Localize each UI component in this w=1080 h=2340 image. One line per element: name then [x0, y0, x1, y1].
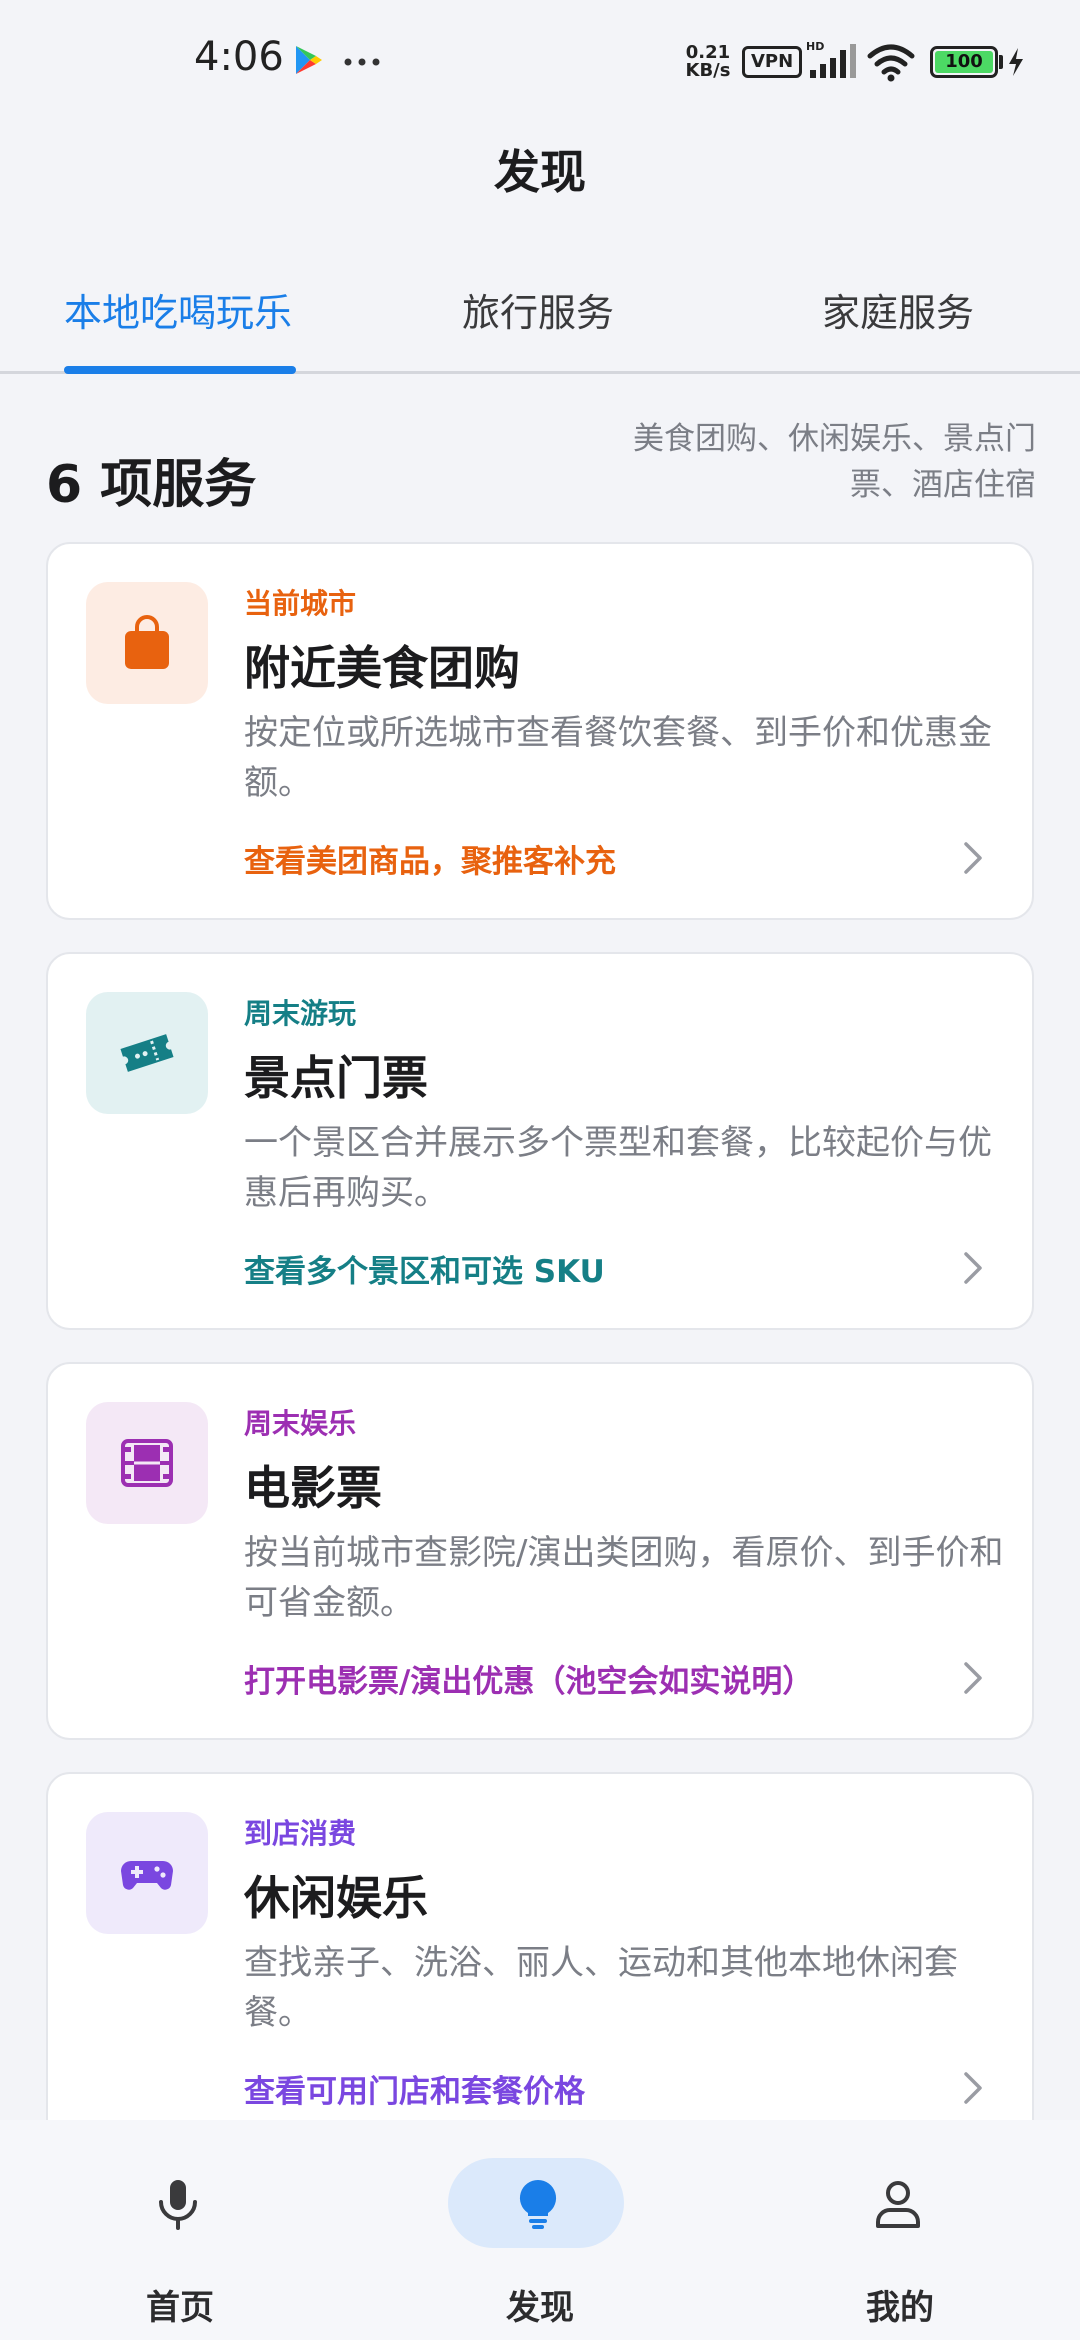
net-speed-unit: KB/s: [685, 60, 731, 81]
card-tag: 周末娱乐: [244, 1407, 357, 1440]
card-description: 一个景区合并展示多个票型和套餐，比较起价与优惠后再购买。: [244, 1123, 992, 1213]
card-icon-container: [86, 1812, 208, 1934]
discover-screen: 4:06 0.21 KB/s VPN HD 100 发现 本地吃喝玩乐 旅行服务…: [0, 0, 1080, 2340]
service-card-leisure-entertainment[interactable]: 到店消费 休闲娱乐 查找亲子、洗浴、丽人、运动和其他本地休闲套餐。 查看可用门店…: [46, 1772, 1034, 2150]
status-bar: 4:06 0.21 KB/s VPN HD 100: [0, 0, 1080, 120]
card-title: 附近美食团购: [244, 641, 520, 695]
ticket-icon: [120, 1034, 174, 1072]
category-tabs: 本地吃喝玩乐 旅行服务 家庭服务: [0, 260, 1080, 374]
card-icon-container: [86, 582, 208, 704]
nav-home[interactable]: 首页: [60, 2120, 300, 2340]
network-speed: 0.21 KB/s: [682, 44, 734, 80]
person-icon: [876, 2181, 920, 2228]
svg-text:HD: HD: [806, 40, 824, 53]
card-description: 按当前城市查影院/演出类团购，看原价、到手价和可省金额。: [244, 1533, 1004, 1623]
nav-label: 首页: [146, 2288, 214, 2328]
nav-discover[interactable]: 发现: [420, 2120, 660, 2340]
chevron-right-icon: [964, 1252, 982, 1284]
film-icon: [121, 1439, 173, 1487]
nav-profile[interactable]: 我的: [780, 2120, 1020, 2340]
tab-local-food-fun[interactable]: 本地吃喝玩乐: [64, 282, 292, 337]
wifi-icon: [867, 44, 915, 82]
battery-cap: [999, 55, 1003, 69]
card-title: 电影票: [244, 1461, 382, 1515]
bottom-navigation: 首页 发现 我的: [0, 2120, 1080, 2340]
card-icon-container: [86, 992, 208, 1114]
card-action-link[interactable]: 查看可用门店和套餐价格: [244, 2066, 585, 2111]
card-tag: 到店消费: [244, 1817, 357, 1850]
tab-home-services[interactable]: 家庭服务: [822, 282, 974, 337]
microphone-icon: [159, 2180, 197, 2230]
card-description: 按定位或所选城市查看餐饮套餐、到手价和优惠金额。: [244, 713, 992, 803]
vpn-badge: VPN: [742, 46, 803, 78]
card-title: 休闲娱乐: [244, 1871, 428, 1925]
signal-icon: HD: [806, 40, 856, 78]
google-play-icon: [296, 46, 322, 74]
card-action-link[interactable]: 查看美团商品，聚推客补充: [244, 836, 616, 881]
card-action-link[interactable]: 查看多个景区和可选 SKU: [244, 1246, 605, 1291]
chevron-right-icon: [964, 2072, 982, 2104]
shopping-bag-icon: [125, 615, 169, 669]
battery-level: 100: [935, 51, 993, 73]
chevron-right-icon: [964, 1662, 982, 1694]
nav-label: 发现: [506, 2288, 574, 2328]
lightbulb-icon: [519, 2180, 557, 2229]
service-card-attraction-tickets[interactable]: 周末游玩 景点门票 一个景区合并展示多个票型和套餐，比较起价与优惠后再购买。 查…: [46, 952, 1034, 1330]
service-card-movie-tickets[interactable]: 周末娱乐 电影票 按当前城市查影院/演出类团购，看原价、到手价和可省金额。 打开…: [46, 1362, 1034, 1740]
nav-label: 我的: [866, 2288, 934, 2328]
page-title: 发现: [494, 145, 586, 199]
card-description: 查找亲子、洗浴、丽人、运动和其他本地休闲套餐。: [244, 1943, 958, 2033]
active-tab-indicator: [64, 366, 296, 374]
service-categories-summary: 美食团购、休闲娱乐、景点门票、酒店住宿: [633, 421, 1036, 503]
card-tag: 当前城市: [244, 587, 357, 620]
more-dots-icon: [344, 58, 380, 66]
service-count: 6 项服务: [46, 455, 257, 515]
tab-travel-services[interactable]: 旅行服务: [462, 282, 614, 337]
service-card-food-deals[interactable]: 当前城市 附近美食团购 按定位或所选城市查看餐饮套餐、到手价和优惠金额。 查看美…: [46, 542, 1034, 920]
card-icon-container: [86, 1402, 208, 1524]
battery-icon: 100: [930, 46, 998, 78]
chevron-right-icon: [964, 842, 982, 874]
card-tag: 周末游玩: [244, 997, 357, 1030]
gamepad-icon: [121, 1861, 173, 1890]
card-title: 景点门票: [244, 1051, 428, 1105]
status-time: 4:06: [194, 34, 284, 80]
card-action-link[interactable]: 打开电影票/演出优惠（池空会如实说明）: [244, 1656, 813, 1701]
charging-bolt-icon: [1009, 48, 1023, 76]
